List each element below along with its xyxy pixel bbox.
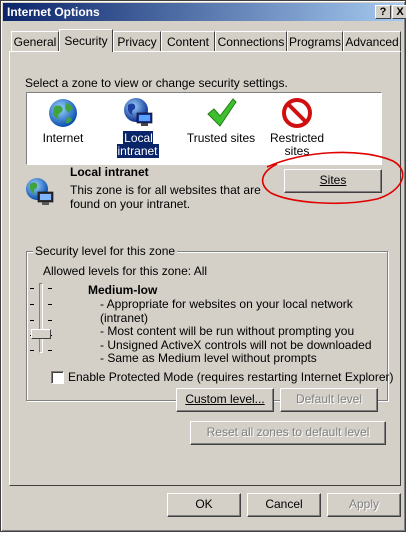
slider-tick (48, 320, 52, 321)
sites-button[interactable]: Sites (284, 169, 382, 193)
protected-mode-label[interactable]: Enable Protected Mode (requires restarti… (68, 370, 394, 384)
slider-tick (30, 288, 34, 289)
security-level-description: - Appropriate for websites on your local… (100, 297, 372, 365)
help-button[interactable]: ? (375, 5, 391, 19)
tab-connections[interactable]: Connections (215, 31, 287, 51)
ok-button[interactable]: OK (167, 493, 241, 517)
tab-general[interactable]: General (11, 31, 59, 51)
zone-trusted-sites-label: Trusted sites (186, 131, 256, 145)
globe-icon (49, 99, 77, 127)
zone-instruction: Select a zone to view or change security… (25, 76, 288, 90)
checkmark-icon (207, 98, 237, 127)
security-level-name: Medium-low (88, 283, 158, 297)
no-entry-icon (282, 98, 312, 128)
zone-internet-label: Internet (42, 131, 84, 145)
internet-options-dialog: Internet Options ? X General Security Pr… (0, 0, 406, 532)
slider-tick (48, 350, 52, 351)
security-tab-panel: Select a zone to view or change security… (9, 51, 401, 486)
tab-strip: General Security Privacy Content Connect… (9, 29, 401, 52)
apply-button[interactable]: Apply (327, 493, 401, 517)
security-level-slider-thumb[interactable] (31, 329, 51, 339)
zone-local-intranet-label: Local intranet (116, 130, 160, 159)
slider-tick (30, 350, 34, 351)
allowed-levels-label: Allowed levels for this zone: All (43, 264, 208, 278)
custom-level-button[interactable]: Custom level... (176, 388, 274, 412)
zone-list: Internet Local intranet Trusted sites Re… (26, 92, 382, 165)
selected-zone-intranet-icon (26, 178, 54, 205)
slider-tick (30, 320, 34, 321)
security-level-legend: Security level for this zone (33, 244, 178, 258)
protected-mode-checkbox[interactable] (51, 371, 64, 384)
title-bar[interactable]: Internet Options ? X (3, 3, 406, 21)
slider-tick (48, 304, 52, 305)
tab-advanced[interactable]: Advanced (343, 31, 401, 51)
tab-programs[interactable]: Programs (287, 31, 343, 51)
selected-zone-title: Local intranet (70, 165, 149, 179)
tab-security[interactable]: Security (59, 29, 113, 52)
security-level-slider-track[interactable] (39, 283, 43, 353)
tab-privacy[interactable]: Privacy (113, 31, 161, 51)
default-level-button[interactable]: Default level (280, 388, 378, 412)
slider-tick (30, 304, 34, 305)
selected-zone-description: This zone is for all websites that are f… (70, 183, 261, 211)
zone-restricted-sites-label: Restricted sites (269, 131, 325, 158)
reset-all-zones-button[interactable]: Reset all zones to default level (190, 421, 386, 445)
close-button[interactable]: X (392, 5, 406, 19)
cancel-button[interactable]: Cancel (247, 493, 321, 517)
slider-tick (48, 288, 52, 289)
intranet-globe-icon (124, 98, 153, 126)
tab-content[interactable]: Content (161, 31, 215, 51)
window-title: Internet Options (7, 5, 100, 19)
